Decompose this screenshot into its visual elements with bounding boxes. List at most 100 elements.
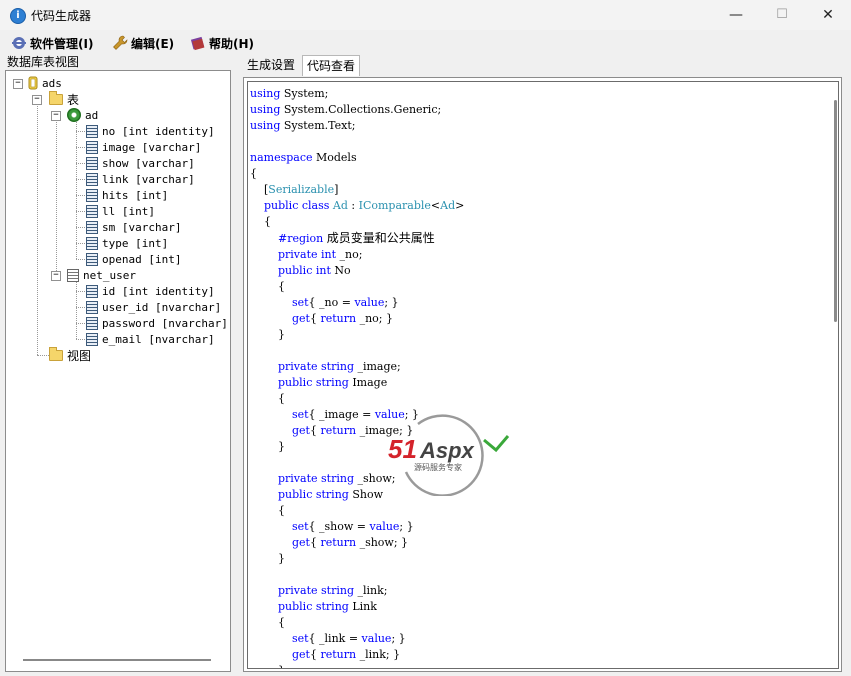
tree-connector — [37, 103, 38, 355]
tree-connector — [76, 243, 85, 244]
tree-connector — [76, 119, 77, 259]
column-icon — [86, 188, 98, 202]
table-gear-icon — [67, 108, 81, 122]
watermark-brand-number: 51 — [388, 434, 417, 464]
tree-node-field[interactable]: link [varchar] — [76, 171, 195, 187]
tree-connector — [76, 147, 85, 148]
column-icon — [86, 300, 98, 314]
code-editor[interactable]: using System; using System.Collections.G… — [247, 81, 839, 669]
tree-connector — [76, 227, 85, 228]
tree-connector — [76, 291, 85, 292]
tree-label: 表 — [67, 92, 80, 107]
db-tree-panel-title: 数据库表视图 — [7, 55, 80, 69]
vertical-scrollbar[interactable] — [834, 100, 837, 322]
tree-node-field[interactable]: sm [varchar] — [76, 219, 182, 235]
column-icon — [86, 236, 98, 250]
menu-label-edit: 编辑(E) — [131, 36, 175, 51]
tree-node-field[interactable]: hits [int] — [76, 187, 168, 203]
tree-connector — [76, 279, 77, 339]
tree-connector — [76, 195, 85, 196]
watermark-tagline: 源码服务专家 — [414, 462, 462, 472]
tree-label: no [int identity] — [102, 124, 215, 138]
menu-software-management[interactable]: 软件管理(I) — [11, 34, 93, 52]
tree-node-field[interactable]: show [varchar] — [76, 155, 195, 171]
tree-node-database[interactable]: ads — [28, 75, 62, 91]
tree-expander[interactable]: − — [13, 79, 23, 89]
tree-node-field[interactable]: ll [int] — [76, 203, 155, 219]
horizontal-scrollbar[interactable] — [23, 659, 211, 661]
tree-connector — [76, 307, 85, 308]
folder-icon — [49, 90, 63, 105]
menu-edit[interactable]: 编辑(E) — [112, 34, 174, 52]
column-icon — [86, 204, 98, 218]
menu-help[interactable]: 帮助(H) — [190, 34, 254, 52]
tree-node-tables-folder[interactable]: 表 — [49, 90, 80, 107]
tree-label: openad [int] — [102, 252, 182, 266]
close-button[interactable]: ✕ — [805, 0, 851, 30]
tree-node-field[interactable]: type [int] — [76, 235, 169, 251]
column-icon — [86, 140, 98, 154]
wrench-icon — [113, 35, 128, 50]
window-title: 代码生成器 — [31, 9, 92, 23]
tree-label: e_mail [nvarchar] — [102, 332, 215, 346]
tree-connector — [76, 339, 85, 340]
code-text[interactable]: using System; using System.Collections.G… — [250, 86, 464, 668]
table-icon — [67, 268, 79, 282]
menu-label-help: 帮助(H) — [209, 36, 255, 51]
maximize-button[interactable]: ☐ — [759, 0, 805, 30]
tree-expander[interactable]: − — [51, 111, 61, 121]
column-icon — [86, 172, 98, 186]
tree-label: link [varchar] — [102, 172, 195, 186]
tree-label: password [nvarchar] — [102, 316, 228, 330]
code-view-panel: using System; using System.Collections.G… — [243, 77, 842, 672]
tree-label: sm [varchar] — [102, 220, 182, 234]
tree-connector — [56, 119, 57, 273]
tree-label: show [varchar] — [102, 156, 195, 170]
tree-connector — [76, 179, 85, 180]
minimize-button[interactable]: — — [713, 0, 759, 30]
settings-icon — [12, 37, 26, 49]
tree-label: ad — [85, 108, 99, 122]
column-icon — [86, 156, 98, 170]
tree-node-table-net-user[interactable]: net_user — [67, 267, 136, 283]
menu-label-software: 软件管理(I) — [30, 36, 94, 51]
tree-node-field[interactable]: image [varchar] — [76, 139, 201, 155]
watermark-brand-text: Aspx — [419, 438, 475, 463]
tab-generate-settings[interactable]: 生成设置 — [243, 55, 301, 76]
menu-bar: 软件管理(I) 编辑(E) 帮助(H) — [0, 31, 851, 53]
tree-node-field[interactable]: e_mail [nvarchar] — [76, 331, 215, 347]
tree-label: type [int] — [102, 236, 169, 250]
column-icon — [86, 332, 98, 346]
tree-expander[interactable]: − — [32, 95, 42, 105]
tree-connector — [76, 323, 85, 324]
column-icon — [86, 284, 98, 298]
tree-connector — [76, 211, 85, 212]
db-tree-view[interactable]: − ads − 表 − ad no [int identity] image [v… — [5, 70, 231, 672]
tree-node-field[interactable]: user_id [nvarchar] — [76, 299, 222, 315]
title-bar: i 代码生成器 — ☐ ✕ — [0, 0, 851, 30]
tab-code-view[interactable]: 代码查看 — [302, 55, 360, 76]
column-icon — [86, 252, 98, 266]
column-icon — [86, 316, 98, 330]
tree-label: user_id [nvarchar] — [102, 300, 222, 314]
tree-label: ads — [42, 76, 62, 90]
tree-node-field[interactable]: password [nvarchar] — [76, 315, 228, 331]
book-icon — [190, 36, 205, 51]
database-icon — [28, 76, 38, 90]
tree-label: net_user — [83, 268, 136, 282]
tree-connector — [37, 355, 49, 356]
tree-connector — [76, 259, 85, 260]
app-info-icon: i — [10, 8, 26, 24]
column-icon — [86, 220, 98, 234]
tree-node-views-folder[interactable]: 视图 — [49, 346, 92, 363]
tree-node-table-ad[interactable]: ad — [67, 107, 98, 123]
tree-label: id [int identity] — [102, 284, 215, 298]
tree-expander[interactable]: − — [51, 271, 61, 281]
tree-label: 视图 — [67, 348, 92, 363]
tree-node-field[interactable]: openad [int] — [76, 251, 182, 267]
tree-node-field[interactable]: id [int identity] — [76, 283, 215, 299]
tree-connector — [76, 131, 85, 132]
column-icon — [86, 124, 98, 138]
tree-label: ll [int] — [102, 204, 155, 218]
tree-node-field[interactable]: no [int identity] — [76, 123, 215, 139]
